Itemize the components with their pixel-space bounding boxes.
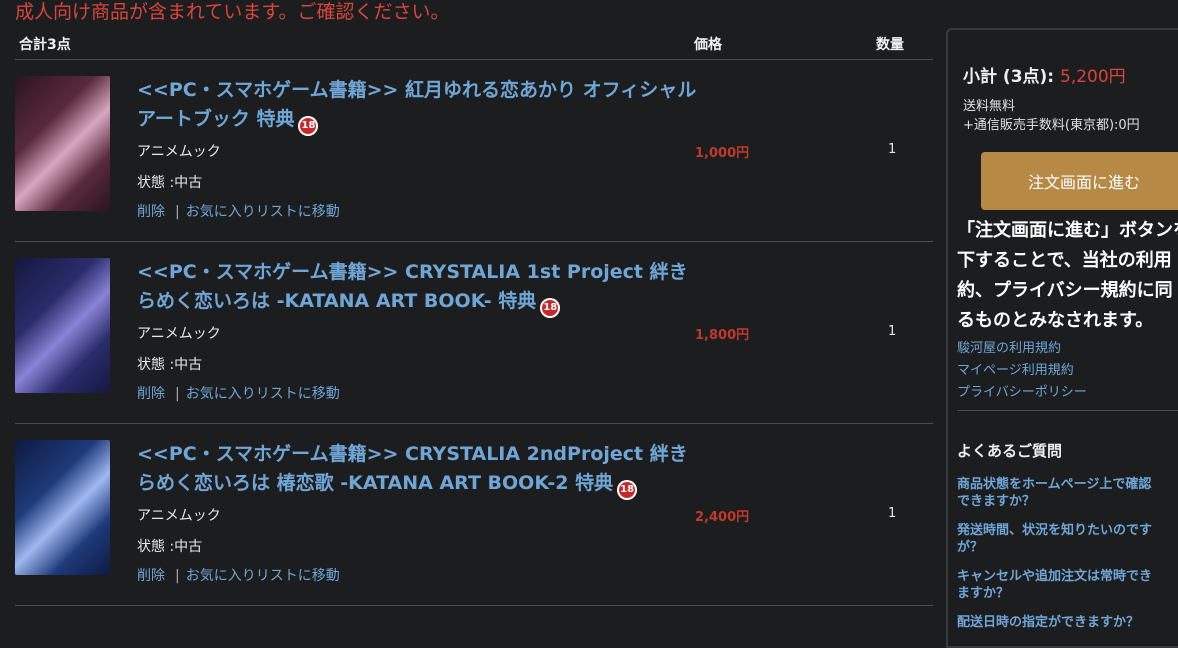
faq-link-line: が？	[957, 540, 984, 555]
terms-notice-line: るものとみなされます。	[957, 310, 1154, 331]
cart-item: <<PC・スマホゲーム書籍>> 紅月ゆれる恋あかり オフィシャルアートブック 特…	[15, 60, 933, 242]
separator: |	[175, 386, 180, 402]
mypage-terms-link[interactable]: マイページ利用規約	[957, 360, 1087, 382]
item-actions: 削除 | お気に入りリストに移動	[137, 201, 340, 221]
product-category: アニメムック	[137, 144, 221, 160]
product-category: アニメムック	[137, 508, 221, 524]
product-condition: 状態 :中古	[137, 175, 203, 191]
product-thumbnail[interactable]	[15, 440, 110, 575]
delete-link[interactable]: 削除	[137, 386, 165, 402]
subtotal: 小計 (3点): 5,200円	[963, 62, 1126, 87]
faq-link-line: キャンセルや追加注文は常時でき	[957, 569, 1153, 584]
shipping-free: 送料無料	[963, 99, 1016, 114]
product-title: <<PC・スマホゲーム書籍>> CRYSTALIA 1st Project 絆き…	[137, 261, 688, 312]
item-quantity[interactable]: 1	[888, 142, 896, 157]
item-quantity[interactable]: 1	[888, 506, 896, 521]
faq-link-line: ますか？	[957, 586, 1010, 601]
faq-link[interactable]: キャンセルや追加注文は常時でき ますか？	[957, 568, 1178, 602]
delete-link[interactable]: 削除	[137, 204, 165, 220]
product-thumbnail[interactable]	[15, 258, 110, 393]
item-price: 1,800円	[695, 328, 750, 343]
cart-item: <<PC・スマホゲーム書籍>> CRYSTALIA 2ndProject 絆きら…	[15, 424, 933, 606]
product-title-link[interactable]: <<PC・スマホゲーム書籍>> CRYSTALIA 1st Project 絆き…	[137, 258, 697, 318]
price-header: 価格	[694, 37, 722, 53]
cart-header: 合計3点 価格 数量	[15, 28, 933, 60]
quantity-header: 数量	[876, 37, 904, 53]
faq-link-line: 配送日時の指定ができますか？	[957, 615, 1140, 630]
shipping-info: 送料無料 +通信販売手数料(東京都):0円	[963, 97, 1140, 135]
total-count: 合計3点	[19, 37, 71, 53]
r18-badge-icon: 18	[617, 480, 638, 500]
faq-title: よくあるご質問	[957, 442, 1063, 460]
terms-notice-line: 「注文画面に進む」ボタンを	[957, 220, 1178, 241]
privacy-policy-link[interactable]: プライバシーポリシー	[957, 382, 1087, 404]
handling-fee: +通信販売手数料(東京都):0円	[963, 118, 1140, 133]
subtotal-amount: 5,200円	[1060, 67, 1126, 87]
order-summary-sidebar: 小計 (3点): 5,200円 送料無料 +通信販売手数料(東京都):0円 注文…	[946, 28, 1178, 648]
item-quantity[interactable]: 1	[888, 324, 896, 339]
r18-badge-icon: 18	[540, 298, 561, 318]
faq-link[interactable]: 配送日時の指定ができますか？	[957, 614, 1178, 631]
policy-links: 駿河屋の利用規約 マイページ利用規約 プライバシーポリシー	[957, 338, 1087, 404]
divider	[957, 410, 1178, 411]
product-category: アニメムック	[137, 326, 221, 342]
item-price: 2,400円	[695, 510, 750, 525]
product-condition: 状態 :中古	[137, 357, 203, 373]
move-to-favorites-link[interactable]: お気に入りリストに移動	[186, 386, 340, 402]
subtotal-label: 小計 (3点):	[963, 67, 1055, 87]
cart-item: <<PC・スマホゲーム書籍>> CRYSTALIA 1st Project 絆き…	[15, 242, 933, 424]
proceed-to-order-button[interactable]: 注文画面に進む	[981, 152, 1178, 210]
move-to-favorites-link[interactable]: お気に入りリストに移動	[186, 568, 340, 584]
adult-warning: 成人向け商品が含まれています。ご確認ください。	[15, 1, 450, 23]
separator: |	[175, 568, 180, 584]
faq-list: 商品状態をホームページ上で確認 できますか？ 発送時間、状況を知りたいのです が？ キャ…	[957, 476, 1178, 643]
product-title: <<PC・スマホゲーム書籍>> 紅月ゆれる恋あかり オフィシャルアートブック 特…	[137, 79, 697, 130]
product-title-link[interactable]: <<PC・スマホゲーム書籍>> CRYSTALIA 2ndProject 絆きら…	[137, 440, 697, 500]
terms-notice-line: 約、プライバシー規約に同	[957, 280, 1173, 301]
product-title-link[interactable]: <<PC・スマホゲーム書籍>> 紅月ゆれる恋あかり オフィシャルアートブック 特…	[137, 76, 697, 136]
item-price: 1,000円	[695, 146, 750, 161]
product-title: <<PC・スマホゲーム書籍>> CRYSTALIA 2ndProject 絆きら…	[137, 443, 688, 494]
terms-notice: 「注文画面に進む」ボタンを 下することで、当社の利用 約、プライバシー規約に同 …	[957, 216, 1178, 336]
item-actions: 削除 | お気に入りリストに移動	[137, 565, 340, 585]
move-to-favorites-link[interactable]: お気に入りリストに移動	[186, 204, 340, 220]
faq-link-line: 商品状態をホームページ上で確認	[957, 477, 1152, 492]
product-condition: 状態 :中古	[137, 539, 203, 555]
terms-notice-line: 下することで、当社の利用	[957, 250, 1172, 271]
faq-link-line: 発送時間、状況を知りたいのです	[957, 523, 1153, 538]
faq-link-line: できますか？	[957, 494, 1036, 509]
faq-link[interactable]: 発送時間、状況を知りたいのです が？	[957, 522, 1178, 556]
product-thumbnail[interactable]	[15, 76, 110, 211]
separator: |	[175, 204, 180, 220]
cart-list: 合計3点 価格 数量 <<PC・スマホゲーム書籍>> 紅月ゆれる恋あかり オフィ…	[15, 28, 933, 606]
r18-badge-icon: 18	[298, 116, 319, 136]
delete-link[interactable]: 削除	[137, 568, 165, 584]
terms-of-use-link[interactable]: 駿河屋の利用規約	[957, 338, 1087, 360]
item-actions: 削除 | お気に入りリストに移動	[137, 383, 340, 403]
faq-link[interactable]: 商品状態をホームページ上で確認 できますか？	[957, 476, 1178, 510]
